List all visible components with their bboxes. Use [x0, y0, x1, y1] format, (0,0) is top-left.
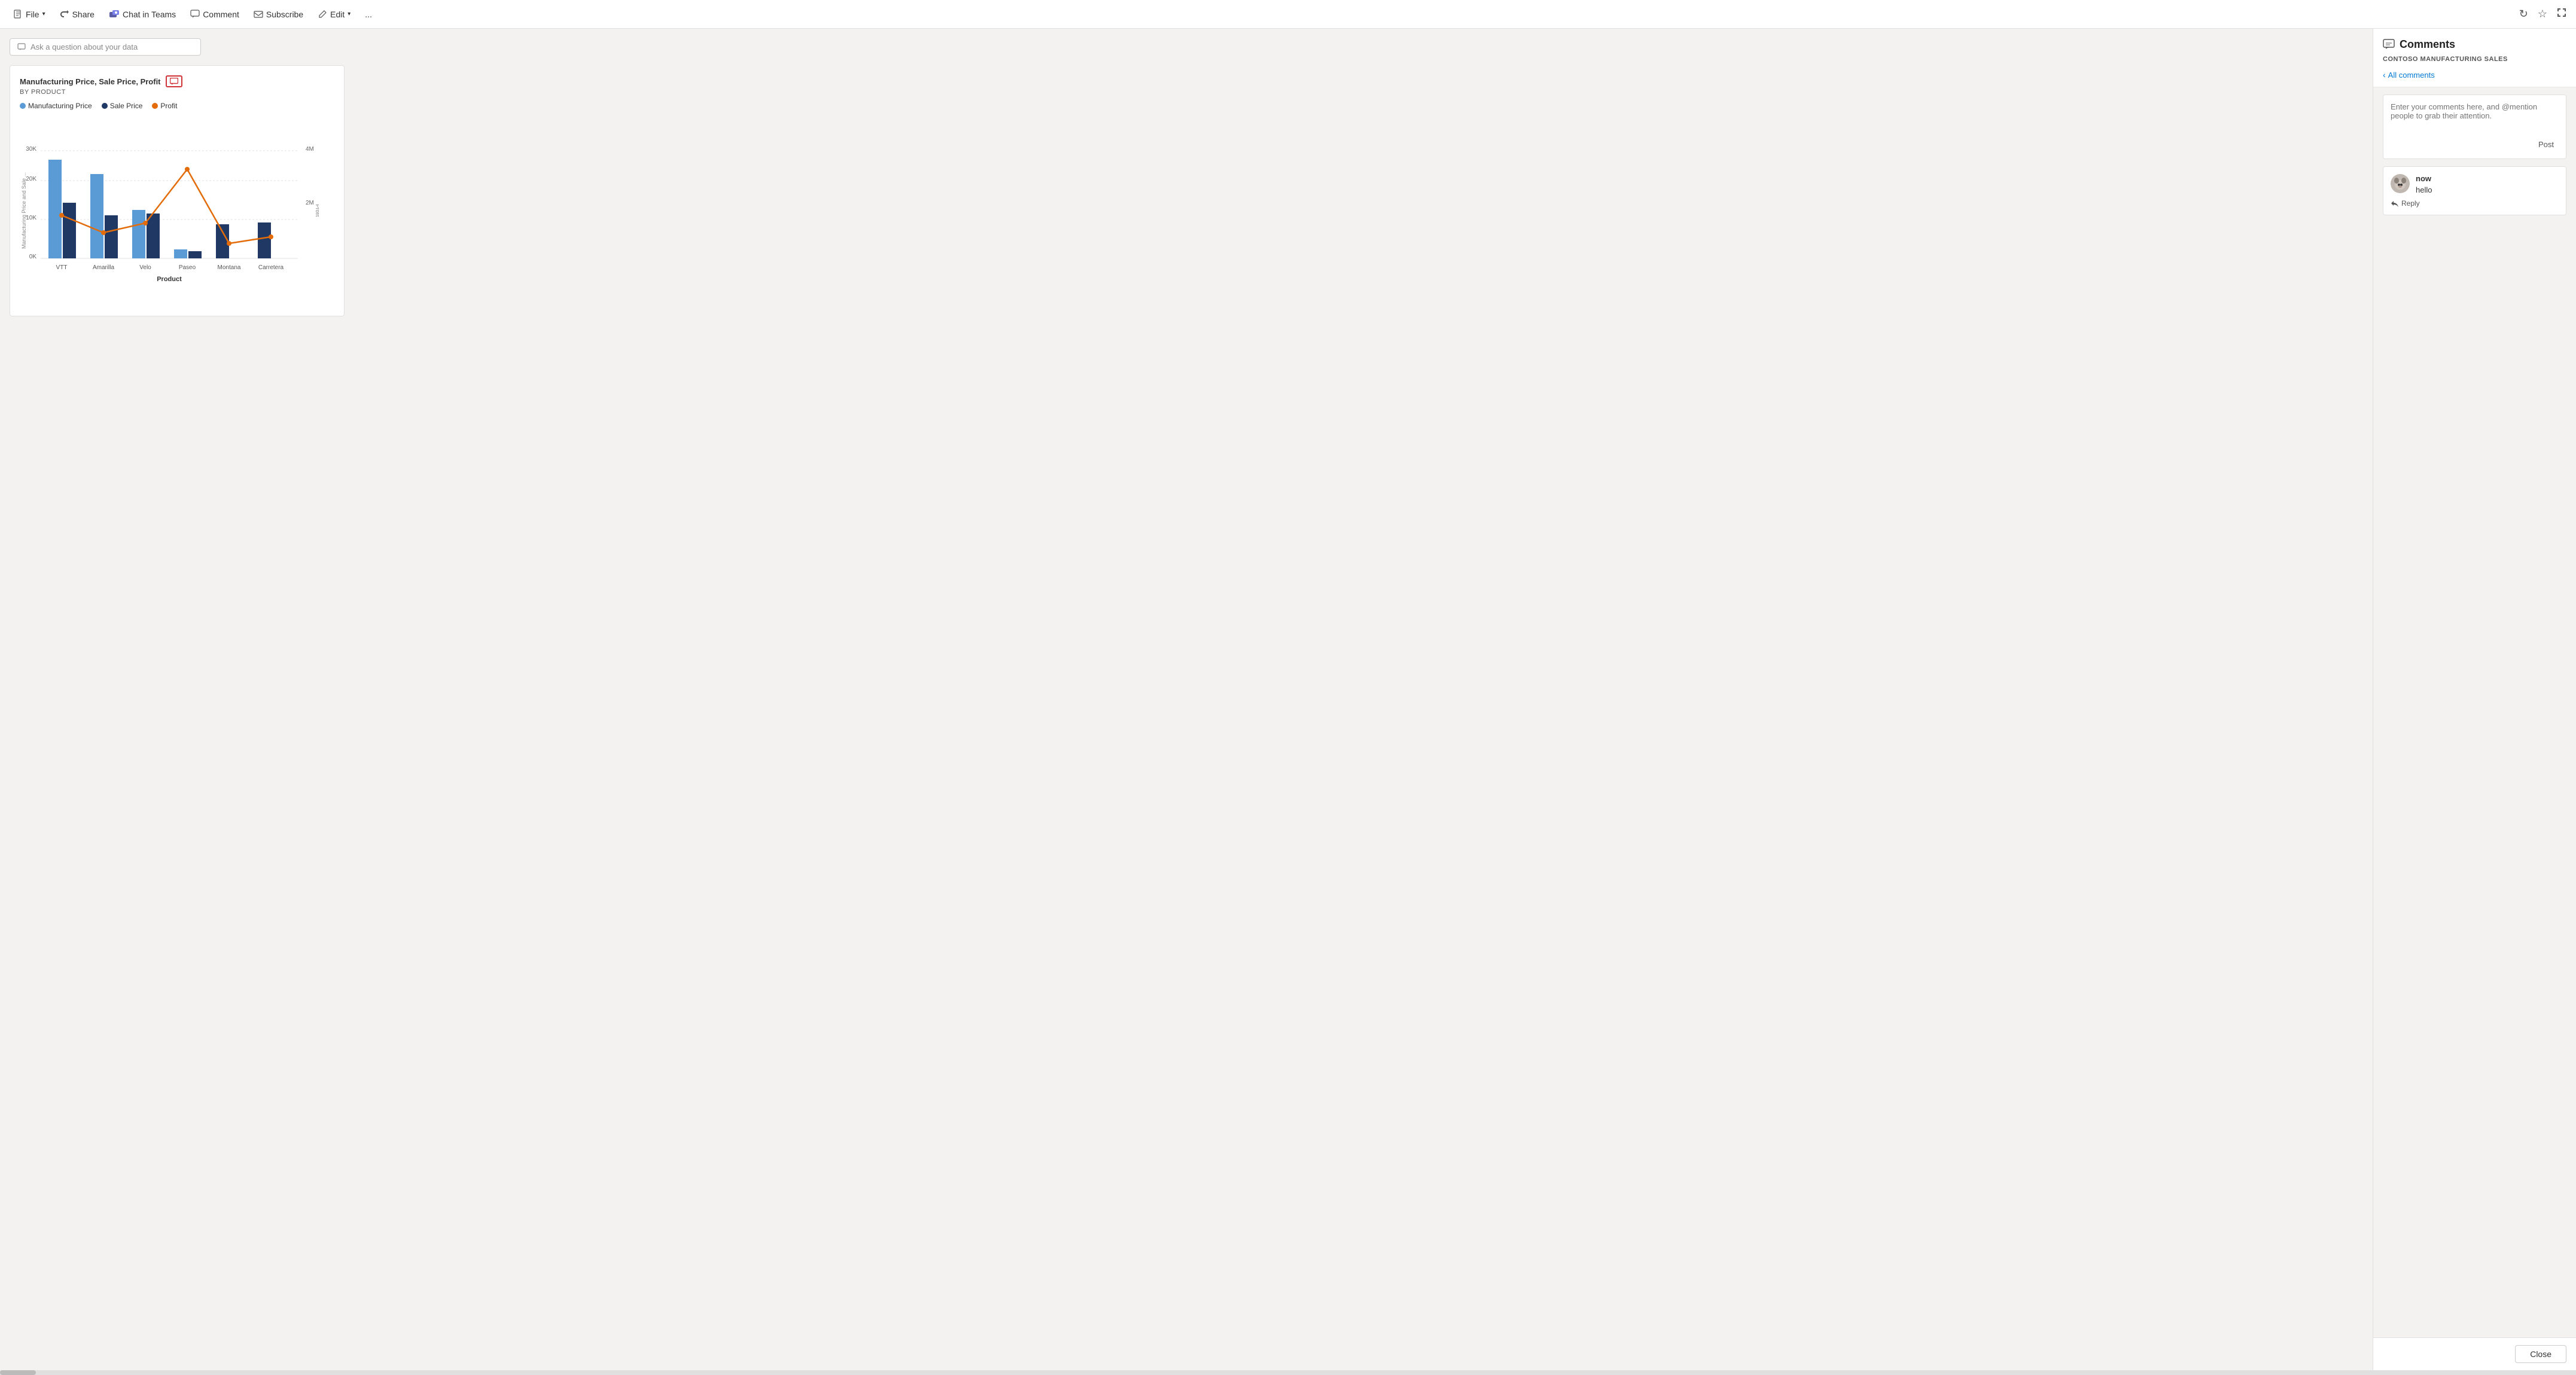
- comment-input-box: Post: [2383, 94, 2566, 159]
- edit-label: Edit: [330, 10, 345, 19]
- chat-in-teams-button[interactable]: Chat in Teams: [103, 7, 182, 22]
- file-icon: [13, 10, 23, 19]
- legend-profit: Profit: [152, 102, 177, 110]
- comment-header: now hello: [2391, 174, 2559, 194]
- qa-bar[interactable]: Ask a question about your data: [10, 38, 201, 56]
- legend-label-manufacturing: Manufacturing Price: [28, 102, 92, 110]
- share-button[interactable]: Share: [54, 7, 100, 22]
- share-icon: [60, 10, 69, 19]
- chart-subtitle: BY PRODUCT: [20, 89, 334, 96]
- back-chevron-icon: ‹: [2383, 70, 2386, 80]
- qa-icon: [17, 43, 26, 51]
- comments-report-name: CONTOSO MANUFACTURING SALES: [2383, 56, 2566, 63]
- back-to-all-comments[interactable]: ‹ All comments: [2383, 68, 2566, 82]
- chart-svg: 30K 20K 10K 0K Manufacturing Price and S…: [20, 115, 334, 306]
- svg-text:Paseo: Paseo: [179, 264, 196, 271]
- comments-footer: Close: [2373, 1337, 2576, 1370]
- comment-input[interactable]: [2391, 102, 2559, 131]
- legend-manufacturing-price: Manufacturing Price: [20, 102, 92, 110]
- legend-label-profit: Profit: [160, 102, 177, 110]
- edit-button[interactable]: Edit ▾: [312, 7, 356, 22]
- edit-chevron-icon: ▾: [347, 11, 350, 17]
- svg-text:Profit: Profit: [315, 204, 319, 217]
- back-label: All comments: [2388, 71, 2435, 80]
- main-area: Ask a question about your data Manufactu…: [0, 29, 2576, 1370]
- comments-panel-icon: [2383, 39, 2395, 51]
- comment-text: hello: [2416, 185, 2559, 194]
- chart-title-row: Manufacturing Price, Sale Price, Profit: [20, 75, 334, 87]
- avatar: [2391, 174, 2410, 193]
- svg-text:10K: 10K: [26, 215, 36, 221]
- qa-placeholder: Ask a question about your data: [31, 42, 138, 51]
- comments-title-row: Comments: [2383, 38, 2566, 51]
- chat-in-teams-label: Chat in Teams: [123, 10, 176, 19]
- reply-label: Reply: [2401, 199, 2420, 208]
- share-label: Share: [72, 10, 94, 19]
- favorite-icon[interactable]: ☆: [2535, 5, 2550, 23]
- subscribe-label: Subscribe: [266, 10, 303, 19]
- svg-text:VTT: VTT: [56, 264, 68, 271]
- fullscreen-icon[interactable]: [2554, 5, 2569, 23]
- comments-title: Comments: [2400, 38, 2455, 51]
- teams-icon: [109, 10, 120, 19]
- chart-comment-button[interactable]: [166, 75, 182, 87]
- subscribe-icon: [254, 10, 263, 19]
- svg-text:20K: 20K: [26, 176, 36, 182]
- chart-legend: Manufacturing Price Sale Price Profit: [20, 102, 334, 110]
- svg-text:4M: 4M: [306, 146, 314, 153]
- more-label: ...: [365, 10, 372, 19]
- svg-text:Velo: Velo: [139, 264, 151, 271]
- more-button[interactable]: ...: [359, 7, 378, 22]
- scrollbar-thumb[interactable]: [0, 1370, 36, 1375]
- reply-button[interactable]: Reply: [2391, 199, 2559, 208]
- comment-label: Comment: [203, 10, 239, 19]
- comment-post-row: Post: [2391, 138, 2559, 151]
- comment-username: now: [2416, 174, 2559, 183]
- legend-sale-price: Sale Price: [102, 102, 143, 110]
- post-button[interactable]: Post: [2534, 138, 2559, 151]
- chart-title: Manufacturing Price, Sale Price, Profit: [20, 77, 161, 86]
- refresh-icon[interactable]: ↻: [2517, 5, 2531, 23]
- close-button[interactable]: Close: [2515, 1345, 2566, 1363]
- svg-text:Amarilla: Amarilla: [93, 264, 115, 271]
- comment-icon: [190, 10, 200, 19]
- toolbar-right-actions: ↻ ☆: [2517, 5, 2569, 23]
- legend-dot-sale: [102, 103, 108, 109]
- svg-text:Montana: Montana: [218, 264, 241, 271]
- comment-button[interactable]: Comment: [184, 7, 245, 22]
- legend-dot-manufacturing: [20, 103, 26, 109]
- content-area: Ask a question about your data Manufactu…: [0, 29, 2373, 1370]
- comment-card: now hello Reply: [2383, 166, 2566, 215]
- svg-text:2M: 2M: [306, 200, 314, 206]
- comments-panel: Comments CONTOSO MANUFACTURING SALES ‹ A…: [2373, 29, 2576, 1370]
- comments-body: Post: [2373, 87, 2576, 1337]
- svg-text:0K: 0K: [29, 254, 37, 260]
- comment-meta: now hello: [2416, 174, 2559, 194]
- legend-label-sale: Sale Price: [110, 102, 143, 110]
- svg-text:Carretera: Carretera: [258, 264, 284, 271]
- legend-dot-profit: [152, 103, 158, 109]
- comments-header: Comments CONTOSO MANUFACTURING SALES ‹ A…: [2373, 29, 2576, 87]
- edit-icon: [318, 10, 327, 19]
- file-menu[interactable]: File ▾: [7, 7, 51, 22]
- chart-container: Manufacturing Price, Sale Price, Profit …: [10, 65, 345, 316]
- subscribe-button[interactable]: Subscribe: [248, 7, 309, 22]
- reply-icon: [2391, 200, 2399, 207]
- scrollbar[interactable]: [0, 1370, 2576, 1375]
- svg-text:Manufacturing Price and Sale .: Manufacturing Price and Sale ...: [21, 172, 27, 249]
- svg-text:Product: Product: [157, 276, 182, 283]
- toolbar: File ▾ Share Chat in Teams Comment Subsc…: [0, 0, 2576, 29]
- file-chevron-icon: ▾: [42, 11, 45, 17]
- file-label: File: [26, 10, 39, 19]
- svg-text:30K: 30K: [26, 146, 36, 153]
